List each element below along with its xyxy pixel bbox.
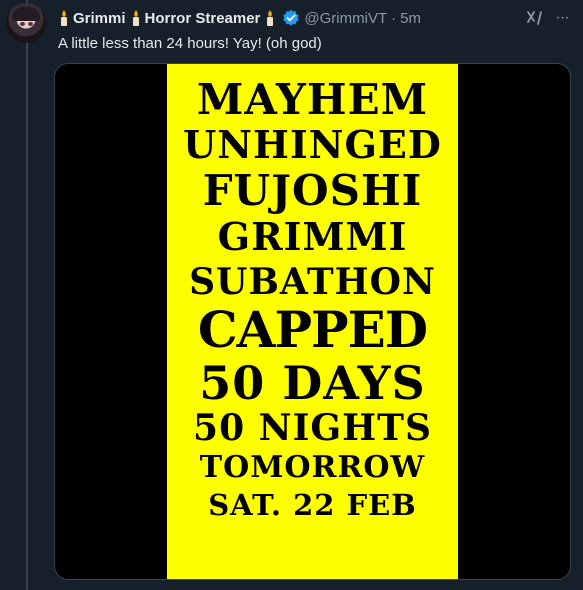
poster-line: CAPPED [197,300,428,359]
avatar-eye-right [28,22,33,26]
poster-line: SUBATHON [189,261,436,303]
avatar[interactable] [6,3,46,43]
display-name-part-1[interactable]: Grimmi [73,10,126,27]
poster-line: MAYHEM [196,75,429,124]
tweet[interactable]: Grimmi Horror Streamer @GrimmiVT · 5m ··… [0,0,583,590]
avatar-hair [12,7,40,21]
verified-badge-icon[interactable] [282,9,300,27]
candle-icon [264,10,276,26]
poster-line: 50 DAYS [199,356,426,410]
more-options-icon[interactable]: ··· [553,9,571,27]
tweet-media-image[interactable]: MAYHEM UNHINGED FUJOSHI GRIMMI SUBATHON … [54,63,571,580]
poster-line: TOMORROW [199,450,426,485]
tweet-text: A little less than 24 hours! Yay! (oh go… [58,35,322,52]
poster-line: FUJOSHI [202,166,423,215]
timestamp[interactable]: 5m [400,10,421,27]
candle-icon [58,10,70,26]
avatar-eye-left [20,22,25,26]
candle-icon [130,10,142,26]
tweet-header: Grimmi Horror Streamer @GrimmiVT · 5m [58,8,421,28]
poster-line: GRIMMI [217,214,408,259]
grok-icon[interactable] [526,9,544,27]
poster-line: SAT. 22 FEB [208,488,417,522]
poster-line: UNHINGED [183,122,442,167]
user-handle[interactable]: @GrimmiVT [304,10,387,27]
thread-line [26,0,28,590]
poster-line: 50 NIGHTS [193,407,432,449]
poster: MAYHEM UNHINGED FUJOSHI GRIMMI SUBATHON … [167,64,458,579]
separator-dot: · [391,9,397,27]
display-name-part-2[interactable]: Horror Streamer [145,10,261,27]
